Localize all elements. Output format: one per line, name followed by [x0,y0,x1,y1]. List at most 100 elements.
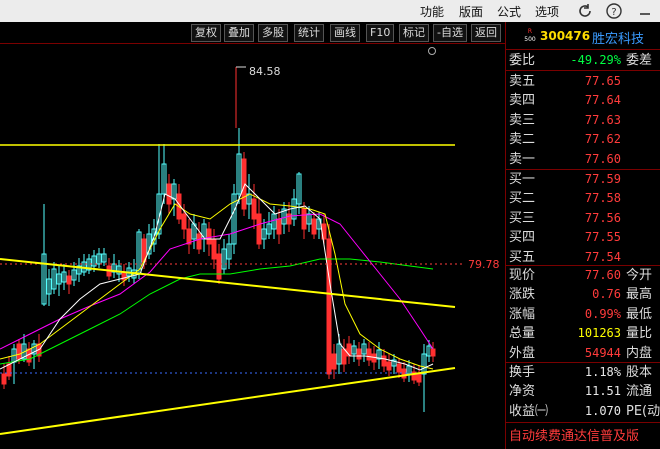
quote-label: 现价 [509,268,536,283]
candle-body [311,218,317,235]
quote-row: 总量 101263 量比 [506,324,660,343]
quote-value: 0.76 [592,287,621,302]
bid-value: 77.56 [584,210,621,225]
refresh-icon[interactable] [576,2,594,20]
bid-label: 买一 [509,172,536,187]
quote-panel: R 500 300476 胜宏科技 委比 -49.29% 委差 卖五 77.65 卖… [505,22,660,449]
fund-row: 换手 1.18% 股本 [506,363,660,382]
bid-label: 买二 [509,191,536,207]
ask-row: 卖四 77.64 [506,91,660,110]
circle-indicator-icon [428,47,436,55]
bid-row: 买五 77.54 [506,248,660,267]
candle-body [196,233,202,250]
overlay-button[interactable]: 叠加 [224,24,254,42]
candle-body [216,253,222,280]
candle-body [181,213,187,230]
quote-label2: 最低 [626,306,653,322]
candle-body [430,348,436,357]
bid-value: 77.59 [584,172,621,186]
quote-label: 涨幅 [509,306,536,322]
minimize-icon[interactable] [636,2,654,20]
svg-text:?: ? [611,7,616,18]
bid-row: 买三 77.56 [506,209,660,228]
quote-value: 54944 [584,345,621,360]
ask-label: 卖四 [509,93,536,109]
subscription-banner[interactable]: 自动续费通达信普及版 [506,422,660,449]
quote-label2: 量比 [626,326,653,342]
weibi-label: 委比 [509,53,536,68]
fund-row: 收益㈠ 1.070 PE(动 [506,402,660,421]
candle-body [331,353,337,370]
candle-body [206,228,212,245]
help-icon[interactable]: ? [605,2,623,20]
draw-line-button[interactable]: 画线 [330,24,360,42]
menu-layout[interactable]: 版面 [459,3,483,20]
remove-watchlist-button[interactable]: -自选 [433,24,467,42]
candle-body [276,218,282,235]
fund-label2: 流通 [626,384,653,400]
bid-row: 买一 77.59 [506,170,660,189]
fund-label: 净资 [509,384,536,400]
stock-header: R 500 300476 胜宏科技 [506,22,660,50]
candlestick-chart[interactable]: 84.58 79.78 [0,44,505,449]
multi-stock-button[interactable]: 多股 [258,24,288,42]
candle-body [16,343,22,360]
quote-value: 101263 [577,326,621,341]
quote-label2: 最高 [626,287,653,303]
price-level-label: 79.78 [468,258,500,271]
candle-body [211,238,217,260]
f10-button[interactable]: F10 [366,24,395,42]
bid-value: 77.58 [584,191,621,206]
candle-body [366,348,372,361]
candles-layer [1,128,436,412]
menu-formula[interactable]: 公式 [497,3,521,20]
uptrend-line [0,367,456,435]
ask-row: 卖三 77.63 [506,111,660,130]
quote-value: 0.99% [584,306,621,321]
bid-row: 买二 77.58 [506,189,660,208]
candle-body [66,275,72,285]
fund-value: 1.18% [584,365,621,379]
quote-row: 涨幅 0.99% 最低 [506,305,660,324]
candle-body [416,373,422,383]
divider [506,70,660,71]
restore-rights-button[interactable]: 复权 [191,24,221,42]
statistics-button[interactable]: 统计 [294,24,324,42]
candle-body [256,213,262,245]
quote-row: 涨跌 0.76 最高 [506,285,660,304]
fund-label: 收益㈠ [509,403,549,419]
ask-row: 卖五 77.65 [506,72,660,91]
quote-value: 77.60 [584,268,621,282]
weibi-row: 委比 -49.29% 委差 [506,51,660,70]
ask-label: 卖二 [509,132,536,148]
bid-value: 77.55 [584,230,621,245]
weicha-label: 委差 [626,53,653,68]
fund-label2: 股本 [626,365,653,380]
bid-label: 买五 [509,249,536,265]
top-menu-bar: 功能 版面 公式 选项 ? [0,0,660,22]
quote-row: 现价 77.60 今开 [506,266,660,285]
fund-value: 1.070 [584,403,621,418]
fund-label2: PE(动 [626,403,660,419]
candle-body [381,355,387,367]
subscription-banner-text[interactable]: 自动续费通达信普及版 [509,425,639,444]
mark-button[interactable]: 标记 [399,24,429,42]
candle-body [386,361,392,371]
quote-label2: 内盘 [626,345,653,361]
ask-row: 卖二 77.62 [506,130,660,149]
ask-label: 卖三 [509,112,536,128]
menu-options[interactable]: 选项 [535,3,559,20]
candle-body [6,363,12,377]
quote-label: 总量 [509,326,536,342]
ask-value: 77.65 [584,74,621,88]
back-button[interactable]: 返回 [471,24,501,42]
trendlines-layer [0,66,465,435]
ask-value: 77.60 [584,151,621,166]
bid-label: 买四 [509,230,536,246]
ask-value: 77.64 [584,93,621,108]
bid-row: 买四 77.55 [506,228,660,247]
menu-function[interactable]: 功能 [420,3,444,20]
quote-label2: 今开 [626,268,653,283]
candle-body [166,183,172,205]
weibi-value: -49.29% [570,53,621,67]
